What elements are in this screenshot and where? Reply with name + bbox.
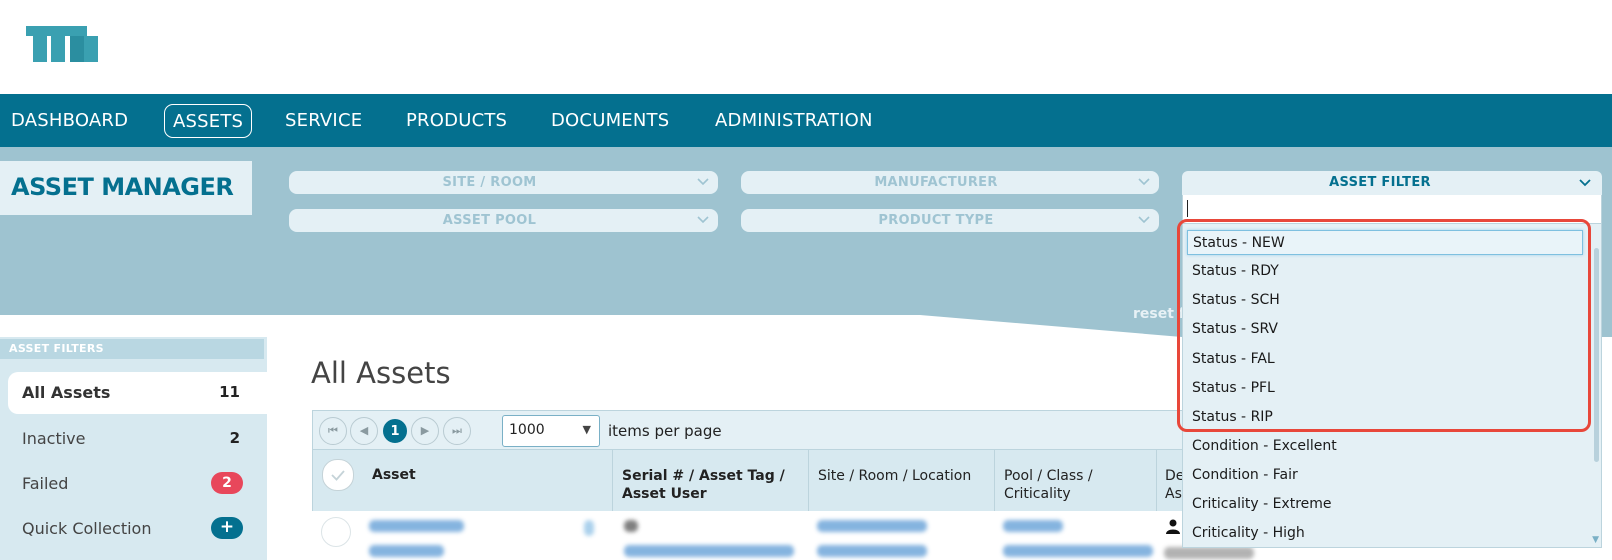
sidebar-item-label: All Assets bbox=[22, 383, 111, 402]
sidebar-item-label: Failed bbox=[22, 474, 69, 493]
logo-bar bbox=[0, 0, 1612, 94]
dropdown-scrollbar[interactable] bbox=[1594, 248, 1599, 462]
column-header-pool-line2: Criticality bbox=[1004, 486, 1071, 502]
product-type-label: PRODUCT TYPE bbox=[878, 213, 994, 228]
asset-filter-dropdown[interactable]: ASSET FILTER bbox=[1182, 171, 1602, 195]
sidebar-item-count: 2 bbox=[229, 429, 240, 447]
chevron-down-icon bbox=[697, 216, 709, 224]
site-blurred[interactable] bbox=[817, 520, 927, 532]
pool-blurred[interactable] bbox=[1003, 520, 1063, 532]
asset-subname-blurred bbox=[369, 545, 444, 557]
column-header-serial-line2: Asset User bbox=[622, 486, 707, 502]
site-room-filter[interactable]: SITE / ROOM bbox=[289, 171, 718, 194]
checkmark-icon bbox=[331, 470, 345, 481]
nav-service[interactable]: SERVICE bbox=[285, 104, 362, 138]
sidebar-item-inactive[interactable]: Inactive 2 bbox=[8, 418, 267, 460]
last-page-icon[interactable]: ⏭ bbox=[443, 417, 471, 445]
per-page-value: 1000 bbox=[509, 422, 545, 438]
pager-bar: ⏮ ◀ 1 ▶ ⏭ 1000 ▼ items per page bbox=[312, 410, 1182, 450]
chevron-down-icon bbox=[1138, 178, 1150, 186]
sidebar-heading: ASSET FILTERS bbox=[9, 342, 104, 355]
sidebar-item-failed[interactable]: Failed 2 bbox=[8, 463, 267, 505]
manufacturer-label: MANUFACTURER bbox=[874, 175, 998, 190]
next-page-icon[interactable]: ▶ bbox=[411, 417, 439, 445]
sidebar-item-quick-collection[interactable]: Quick Collection + bbox=[8, 508, 267, 550]
option-condition-excellent[interactable]: Condition - Excellent bbox=[1187, 434, 1583, 459]
column-header-pool[interactable]: Pool / Class / bbox=[1004, 467, 1093, 485]
row-checkbox[interactable] bbox=[321, 517, 351, 547]
asset-pool-filter[interactable]: ASSET POOL bbox=[289, 209, 718, 232]
nav-documents[interactable]: DOCUMENTS bbox=[551, 104, 669, 138]
column-header-asset[interactable]: Asset bbox=[372, 466, 416, 484]
device-blurred bbox=[1164, 547, 1254, 559]
page-number-current[interactable]: 1 bbox=[383, 419, 407, 443]
column-header-site[interactable]: Site / Room / Location bbox=[818, 467, 971, 485]
items-per-page-select[interactable]: 1000 ▼ bbox=[502, 415, 600, 447]
nav-administration[interactable]: ADMINISTRATION bbox=[715, 104, 873, 138]
option-condition-fair[interactable]: Condition - Fair bbox=[1187, 463, 1583, 488]
failed-count-badge: 2 bbox=[211, 472, 243, 494]
sidebar-item-all-assets[interactable]: All Assets 11 bbox=[8, 372, 267, 414]
pool-line2-blurred bbox=[1003, 545, 1153, 557]
asset-filter-label: ASSET FILTER bbox=[1329, 175, 1431, 190]
chevron-down-icon bbox=[1138, 216, 1150, 224]
option-criticality-high[interactable]: Criticality - High bbox=[1187, 521, 1583, 546]
serial-avatar-icon bbox=[624, 520, 638, 532]
add-quick-collection-button[interactable]: + bbox=[211, 517, 243, 539]
asset-user-icon bbox=[584, 520, 594, 536]
manufacturer-filter[interactable]: MANUFACTURER bbox=[741, 171, 1159, 194]
main-title: All Assets bbox=[311, 356, 451, 390]
highlight-outline bbox=[1177, 219, 1591, 432]
chevron-down-icon bbox=[1579, 179, 1591, 187]
sidebar-item-label: Inactive bbox=[22, 429, 86, 448]
page-title: ASSET MANAGER bbox=[11, 173, 234, 201]
page-title-box: ASSET MANAGER bbox=[0, 161, 252, 215]
per-page-label: items per page bbox=[608, 422, 722, 440]
option-criticality-extreme[interactable]: Criticality - Extreme bbox=[1187, 492, 1583, 517]
company-logo[interactable] bbox=[26, 26, 100, 62]
user-icon bbox=[1166, 519, 1180, 534]
select-all-checkbox[interactable] bbox=[322, 459, 354, 491]
sidebar-heading-bar: ASSET FILTERS bbox=[0, 339, 264, 359]
first-page-icon[interactable]: ⏮ bbox=[319, 417, 347, 445]
asset-pool-label: ASSET POOL bbox=[442, 213, 537, 228]
column-header-serial[interactable]: Serial # / Asset Tag / bbox=[622, 467, 785, 485]
nav-dashboard[interactable]: DASHBOARD bbox=[11, 104, 128, 138]
asset-name-blurred[interactable] bbox=[369, 520, 464, 532]
prev-page-icon[interactable]: ◀ bbox=[350, 417, 378, 445]
site-line2-blurred bbox=[817, 545, 927, 557]
product-type-filter[interactable]: PRODUCT TYPE bbox=[741, 209, 1159, 232]
scroll-down-icon[interactable]: ▼ bbox=[1592, 535, 1599, 545]
sidebar-item-label: Quick Collection bbox=[22, 519, 152, 538]
main-navbar: DASHBOARD ASSETS SERVICE PRODUCTS DOCUME… bbox=[0, 94, 1612, 147]
sidebar-item-count: 11 bbox=[219, 383, 240, 401]
text-caret bbox=[1187, 200, 1188, 217]
table-header: Asset Serial # / Asset Tag / Asset User … bbox=[312, 450, 1189, 560]
nav-products[interactable]: PRODUCTS bbox=[406, 104, 507, 138]
site-room-label: SITE / ROOM bbox=[442, 175, 537, 190]
chevron-down-icon bbox=[697, 178, 709, 186]
serial-blurred bbox=[624, 545, 794, 557]
caret-down-icon: ▼ bbox=[582, 423, 591, 436]
nav-assets[interactable]: ASSETS bbox=[164, 104, 253, 138]
